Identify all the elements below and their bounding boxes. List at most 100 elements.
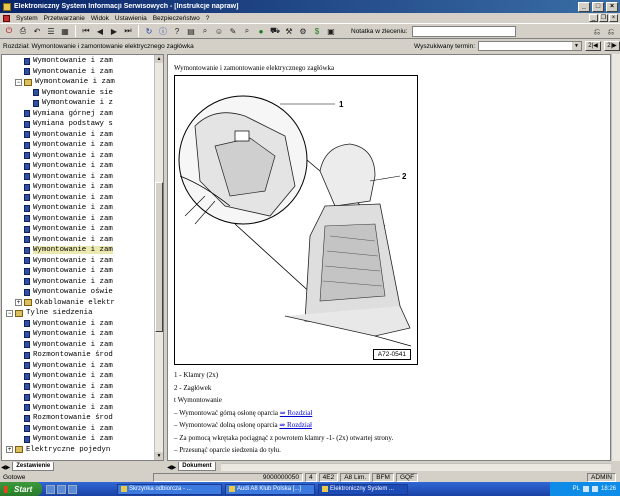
minimize-button[interactable]: _	[578, 1, 590, 12]
tree-item[interactable]: Wymontowanie i zam	[24, 172, 113, 183]
parts-icon[interactable]: ⚙	[297, 25, 309, 37]
menu-przetwarzanie[interactable]: Przetwarzanie	[44, 15, 85, 22]
horizontal-scrollbar[interactable]	[220, 463, 611, 471]
tree-item[interactable]: Wymontowanie i zam	[24, 235, 113, 246]
ie-icon[interactable]	[46, 484, 55, 494]
extra-icon[interactable]: ⎌	[605, 26, 617, 38]
scroll-down-icon[interactable]: ▼	[155, 452, 163, 460]
search-icon[interactable]: ⌕	[199, 25, 211, 37]
tab-nav-arrows[interactable]: ◀▶	[1, 464, 10, 471]
grid-icon[interactable]: ▦	[59, 25, 71, 37]
car-icon[interactable]: ⛟	[269, 25, 281, 37]
tray-icon[interactable]	[582, 486, 589, 492]
media-icon[interactable]	[68, 484, 77, 494]
chapter-link[interactable]: ⇒ Rozdział	[279, 421, 312, 429]
tree-item[interactable]: + Okablowanie elektr	[15, 298, 115, 309]
tree-scrollbar[interactable]: ▲ ▼	[154, 55, 163, 460]
tree-item[interactable]: Wymontowanie i zam	[24, 403, 113, 414]
search-next-button[interactable]: 2|▶	[604, 41, 620, 51]
menu-ustawienia[interactable]: Ustawienia	[115, 15, 147, 22]
tree-item[interactable]: Wymontowanie i zam	[24, 224, 113, 235]
search-icon[interactable]: ⌕	[241, 25, 253, 37]
refresh-icon[interactable]: ↻	[143, 25, 155, 37]
tree-item[interactable]: Wymontowanie i zam	[24, 130, 113, 141]
tree-item[interactable]: Wymontowanie i zam	[24, 193, 113, 204]
menu-widok[interactable]: Widok	[91, 15, 109, 22]
start-button[interactable]: Start	[0, 482, 42, 496]
menu-help[interactable]: ?	[206, 15, 210, 22]
tree-item[interactable]: Wymontowanie i zam	[24, 371, 113, 382]
menu-bezpieczenstwo[interactable]: Bezpieczeństwo	[153, 15, 200, 22]
tree-item[interactable]: Rozmontowanie środ	[24, 350, 113, 361]
chapter-link[interactable]: ⇒ Rozdział	[280, 409, 313, 417]
box-icon[interactable]: ▣	[325, 25, 337, 37]
search-prev-button[interactable]: 2|◀	[585, 41, 601, 51]
expand-icon[interactable]: +	[15, 299, 22, 307]
tab-zestawienie[interactable]: Zestawienie	[12, 462, 55, 471]
exit-icon[interactable]: ⏻	[3, 25, 15, 37]
tree-item[interactable]: Wymontowanie i zam	[24, 382, 113, 393]
mdi-restore-button[interactable]: ❐	[599, 14, 608, 22]
list-icon[interactable]: ☰	[45, 25, 57, 37]
help-icon[interactable]: ?	[171, 25, 183, 37]
tray-icon[interactable]	[591, 486, 598, 492]
tree-item[interactable]: Wymontowanie i zam	[24, 245, 113, 256]
notatka-input[interactable]	[412, 25, 517, 37]
chevron-down-icon[interactable]: ▼	[572, 42, 581, 50]
tree-item[interactable]: Wymontowanie i zam	[24, 151, 113, 162]
scroll-up-icon[interactable]: ▲	[155, 55, 163, 63]
task-browser[interactable]: Audi A8 Klub Polska [...]	[225, 483, 315, 495]
tab-dokument[interactable]: Dokument	[178, 462, 216, 471]
tree-item[interactable]: Wymiana górnej zam	[24, 109, 113, 120]
user-icon[interactable]: ☺	[213, 25, 225, 37]
note-icon[interactable]: ✎	[227, 25, 239, 37]
tree-item[interactable]: Wymontowanie i zam	[24, 256, 113, 267]
next-icon[interactable]: ▶	[108, 25, 120, 37]
tree-item[interactable]: Wymontowanie i zam	[24, 392, 113, 403]
book-icon[interactable]: ▤	[185, 25, 197, 37]
tree-item[interactable]: Wymontowanie sie	[33, 88, 113, 99]
tab-nav-arrows[interactable]: ◀▶	[167, 464, 176, 471]
tree-item[interactable]: Wymontowanie i zam	[24, 329, 113, 340]
tree-item[interactable]: Wymontowanie oświe	[24, 287, 113, 298]
task-outlook[interactable]: Skrzynka odbiorcza - ...	[117, 483, 222, 495]
tree-item[interactable]: Wymontowanie i zam	[24, 424, 113, 435]
tree-item[interactable]: Wymontowanie i zam	[24, 214, 113, 225]
tree-item[interactable]: − Wymontowanie i zam	[15, 77, 115, 88]
tree-item[interactable]: Wymontowanie i zam	[24, 277, 113, 288]
menu-system[interactable]: System	[16, 15, 38, 22]
tree-item[interactable]: Wymontowanie i zam	[24, 56, 113, 67]
expand-icon[interactable]: +	[6, 446, 13, 454]
tree-item[interactable]: Rozmontowanie środ	[24, 413, 113, 424]
last-icon[interactable]: ⏭	[122, 25, 134, 37]
close-button[interactable]: ×	[606, 1, 618, 12]
tree-item[interactable]: Wymontowanie i zam	[24, 203, 113, 214]
tree-item[interactable]: + Elektryczne pojedyn	[6, 445, 110, 456]
tree-item[interactable]: Wymontowanie i zam	[24, 266, 113, 277]
collapse-icon[interactable]: −	[15, 78, 22, 86]
collapse-icon[interactable]: −	[6, 309, 13, 317]
extra-icon[interactable]: ⎌	[591, 26, 603, 38]
tree-item[interactable]: Wymontowanie i zam	[24, 319, 113, 330]
tree-item[interactable]: Wymiana podstawy s	[24, 119, 113, 130]
task-elsa[interactable]: Elektroniczny System ...	[318, 483, 408, 495]
tree-item[interactable]: Wymontowanie i zam	[24, 340, 113, 351]
scroll-thumb[interactable]	[155, 182, 163, 332]
info-icon[interactable]: ⓘ	[157, 25, 169, 37]
search-input[interactable]: ▼	[478, 41, 582, 51]
tree-item[interactable]: Wymontowanie i zam	[24, 434, 113, 445]
desktop-icon[interactable]	[57, 484, 66, 494]
back-icon[interactable]: ↶	[31, 25, 43, 37]
tree-item[interactable]: Wymontowanie i z	[33, 98, 113, 109]
tree-item[interactable]: − Tylne siedzenia	[6, 308, 93, 319]
first-icon[interactable]: ⏮	[80, 25, 92, 37]
tree-item[interactable]: Wymontowanie i zam	[24, 161, 113, 172]
mdi-minimize-button[interactable]: _	[589, 14, 598, 22]
tree-item[interactable]: Wymontowanie i zam	[24, 140, 113, 151]
document-scrollbar[interactable]	[611, 54, 620, 461]
language-indicator[interactable]: PL	[573, 486, 580, 492]
print-icon[interactable]: ⎙	[17, 25, 29, 37]
mdi-close-button[interactable]: ×	[609, 14, 618, 22]
maximize-button[interactable]: □	[592, 1, 604, 12]
prev-icon[interactable]: ◀	[94, 25, 106, 37]
